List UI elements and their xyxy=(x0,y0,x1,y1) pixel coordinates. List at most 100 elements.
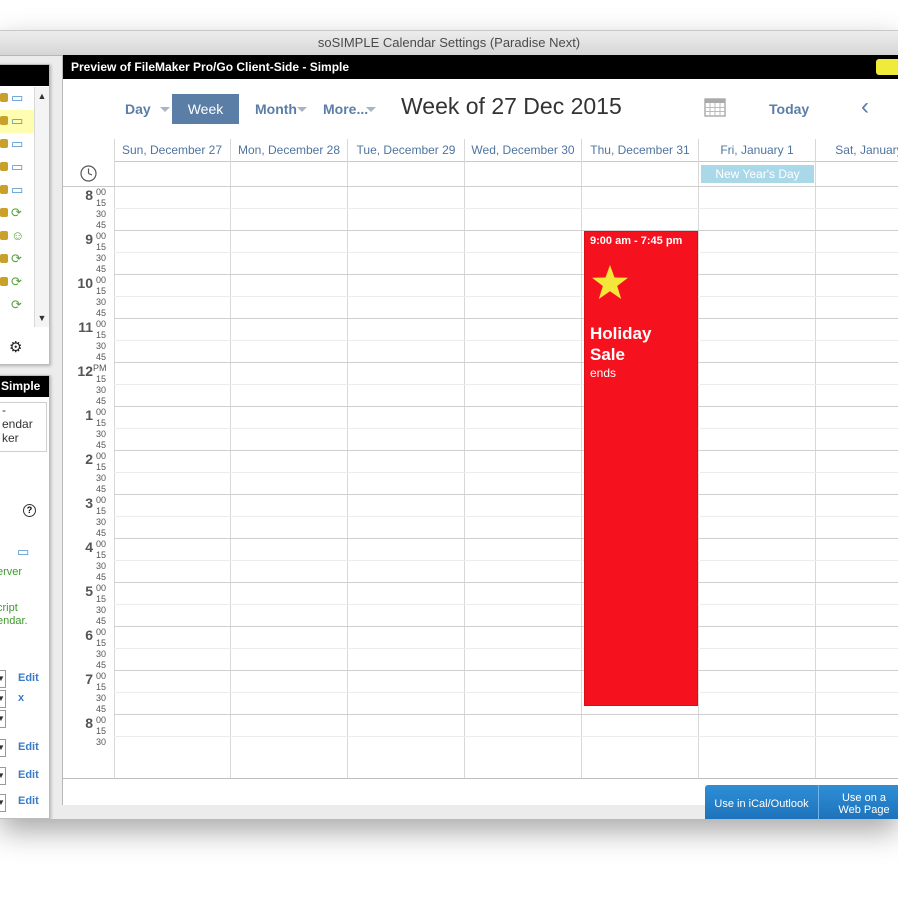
field-dropdown[interactable]: ▼ xyxy=(0,670,6,688)
use-in-ical-button[interactable]: Use in iCal/Outlook xyxy=(705,785,818,819)
help-icon[interactable]: ? xyxy=(23,504,36,517)
half-hour-line xyxy=(114,428,898,429)
list-scrollbar[interactable]: ▲ ▼ xyxy=(34,87,49,327)
edit-link[interactable]: Edit xyxy=(18,795,39,807)
half-hour-line xyxy=(114,472,898,473)
chevron-left-icon[interactable]: ‹ xyxy=(861,93,869,121)
day-column-header[interactable]: Mon, December 28 xyxy=(231,139,348,162)
list-item[interactable]: ▭ xyxy=(0,133,35,156)
tab-day[interactable]: Day xyxy=(125,101,151,117)
minute-label: 30 xyxy=(96,605,107,615)
list-item[interactable]: ⟳ xyxy=(0,294,35,317)
minute-label: 45 xyxy=(96,308,107,318)
today-button[interactable]: Today xyxy=(769,101,809,117)
tab-more[interactable]: More... xyxy=(323,101,368,117)
tab-week[interactable]: Week xyxy=(172,94,239,124)
half-hour-line xyxy=(114,340,898,341)
half-hour-line xyxy=(114,604,898,605)
clear-link[interactable]: x xyxy=(18,692,24,704)
minute-label: 00 xyxy=(96,407,107,417)
lock-icon xyxy=(0,277,8,286)
web-button-line: Web Page xyxy=(838,804,890,816)
minute-label: 45 xyxy=(96,484,107,494)
minute-label: 30 xyxy=(96,341,107,351)
chevron-down-icon[interactable] xyxy=(366,107,376,112)
calendar-event[interactable]: 9:00 am - 7:45 pm Holiday Sale ends xyxy=(584,231,698,706)
list-item[interactable]: ⟳ xyxy=(0,248,35,271)
hour-label: 5 xyxy=(85,583,93,599)
list-item[interactable]: ☺ xyxy=(0,225,35,248)
edit-link[interactable]: Edit xyxy=(18,769,39,781)
edit-link[interactable]: Edit xyxy=(18,672,39,684)
edit-link[interactable]: Edit xyxy=(18,741,39,753)
calendar-icon[interactable] xyxy=(704,97,726,117)
chevron-down-icon[interactable] xyxy=(297,107,307,112)
minute-label: 15 xyxy=(96,506,107,516)
minute-label: 00 xyxy=(96,583,107,593)
scroll-down-icon[interactable]: ▼ xyxy=(35,313,49,323)
day-column-header[interactable]: Thu, December 31 xyxy=(582,139,699,162)
hour-line xyxy=(114,582,898,583)
hour-label: 10 xyxy=(77,275,93,291)
field-dropdown[interactable]: ▼ xyxy=(0,690,6,708)
hour-label: 2 xyxy=(85,451,93,467)
minute-label: 30 xyxy=(96,209,107,219)
field-dropdown[interactable]: ▼ xyxy=(0,739,6,757)
calendar-name-box[interactable]: - endar ker xyxy=(0,402,47,452)
half-hour-line xyxy=(114,516,898,517)
minute-label: 45 xyxy=(96,616,107,626)
minute-label: 15 xyxy=(96,594,107,604)
status-text: endar. xyxy=(0,615,28,627)
hour-line xyxy=(114,538,898,539)
calendar-list-header xyxy=(0,65,49,86)
event-subtitle: ends xyxy=(590,366,617,380)
minute-label: 00 xyxy=(96,671,107,681)
grid-bottom-border xyxy=(63,778,898,779)
event-title-line: Holiday xyxy=(590,324,652,343)
document-icon: ▭ xyxy=(11,136,24,151)
half-hour-line xyxy=(114,692,898,693)
list-item[interactable]: ▭ xyxy=(0,179,35,202)
list-item[interactable]: ⟳ xyxy=(0,202,35,225)
day-column-header[interactable]: Sat, January 2 xyxy=(816,139,898,162)
chevron-down-icon[interactable] xyxy=(160,107,170,112)
hour-label: 8 xyxy=(85,187,93,203)
scroll-up-icon[interactable]: ▲ xyxy=(35,91,49,101)
calendar-details-card: Simple - endar ker ? ▭ erver cript endar… xyxy=(0,375,50,819)
hour-label: 6 xyxy=(85,627,93,643)
field-dropdown[interactable]: ▼ xyxy=(0,710,6,728)
field-dropdown[interactable]: ▼ xyxy=(0,794,6,812)
grid-column-divider xyxy=(581,139,582,779)
hour-line xyxy=(114,186,898,187)
day-column-header[interactable]: Sun, December 27 xyxy=(114,139,231,162)
grid-column-divider xyxy=(815,139,816,779)
hour-label: 8 xyxy=(85,715,93,731)
day-column-header[interactable]: Tue, December 29 xyxy=(348,139,465,162)
all-day-event[interactable]: New Year's Day xyxy=(701,165,814,183)
preview-header: Preview of FileMaker Pro/Go Client-Side … xyxy=(63,55,898,79)
minute-label: 00 xyxy=(96,715,107,725)
window-title: soSIMPLE Calendar Settings (Paradise Nex… xyxy=(0,31,898,56)
minute-label: 15 xyxy=(96,726,107,736)
status-text: erver xyxy=(0,566,23,578)
tab-month[interactable]: Month xyxy=(255,101,297,117)
list-item[interactable]: ▭ xyxy=(0,87,35,110)
day-column-header[interactable]: Fri, January 1 xyxy=(699,139,816,162)
list-item[interactable]: ▭ xyxy=(0,156,35,179)
day-column-header[interactable]: Wed, December 30 xyxy=(465,139,582,162)
settings-window: soSIMPLE Calendar Settings (Paradise Nex… xyxy=(0,30,898,819)
field-dropdown[interactable]: ▼ xyxy=(0,767,6,785)
minute-label: 00 xyxy=(96,231,107,241)
sync-icon: ⟳ xyxy=(11,297,22,312)
hour-label: 9 xyxy=(85,231,93,247)
hour-line xyxy=(114,230,898,231)
gear-icon[interactable]: ⚙ xyxy=(9,338,22,356)
list-item[interactable]: ⟳ xyxy=(0,271,35,294)
minute-label: 15 xyxy=(96,550,107,560)
minute-label: 15 xyxy=(96,198,107,208)
list-item-selected[interactable]: ▭ xyxy=(0,110,35,133)
minute-label: 00 xyxy=(96,539,107,549)
yellow-button[interactable] xyxy=(876,59,898,75)
minute-label: 00 xyxy=(96,187,107,197)
use-on-web-button[interactable]: Use on a Web Page xyxy=(818,785,898,819)
